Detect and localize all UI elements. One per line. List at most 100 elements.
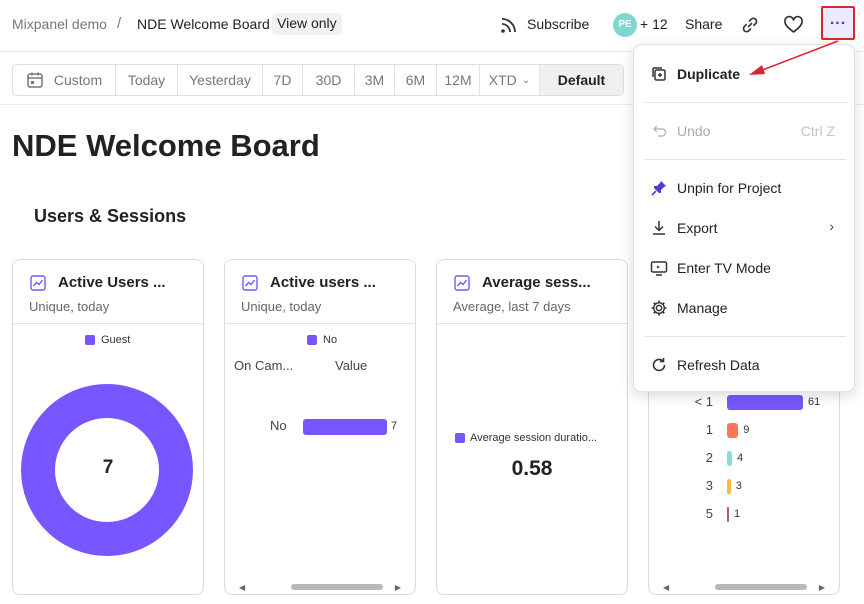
undo-icon bbox=[652, 125, 667, 137]
date-option-6m[interactable]: 6M bbox=[395, 65, 437, 95]
bar-value-label: 7 bbox=[391, 420, 398, 432]
more-options-button[interactable]: ... bbox=[821, 6, 855, 40]
card-subtitle: Unique, today bbox=[29, 299, 110, 314]
card-header: Average sess... Average, last 7 days bbox=[437, 260, 627, 324]
horizontal-scrollbar[interactable]: ◀ ▶ bbox=[663, 581, 825, 592]
bar-category-label: No bbox=[270, 418, 287, 433]
page-title: NDE Welcome Board bbox=[12, 128, 320, 163]
menu-item-label: Undo bbox=[677, 123, 711, 139]
menu-item-tv-mode[interactable]: Enter TV Mode bbox=[634, 256, 854, 280]
menu-item-label: Refresh Data bbox=[677, 357, 760, 373]
report-card-active-users[interactable]: Active Users ... Unique, today Guest 7 bbox=[12, 259, 204, 595]
menu-item-label: Unpin for Project bbox=[677, 180, 782, 196]
date-option-xtd[interactable]: XTD ⌄ bbox=[480, 65, 540, 95]
bar[interactable] bbox=[727, 395, 803, 410]
menu-item-export[interactable]: Export › bbox=[634, 216, 854, 240]
heart-icon[interactable] bbox=[783, 15, 804, 35]
report-card-average-session[interactable]: Average sess... Average, last 7 days Ave… bbox=[436, 259, 628, 595]
scroll-right-icon[interactable]: ▶ bbox=[395, 583, 401, 592]
scroll-right-icon[interactable]: ▶ bbox=[819, 583, 825, 592]
menu-item-label: Manage bbox=[677, 300, 728, 316]
card-header: Active users ... Unique, today bbox=[225, 260, 415, 324]
metric-legend: Average session duratio... bbox=[455, 432, 597, 444]
date-xtd-label: XTD bbox=[488, 72, 517, 88]
table-column-header[interactable]: Value bbox=[335, 358, 367, 373]
date-option-today[interactable]: Today bbox=[116, 65, 178, 95]
share-button[interactable]: Share bbox=[685, 16, 722, 32]
scrollbar-thumb[interactable] bbox=[715, 584, 807, 590]
tv-icon bbox=[650, 261, 668, 276]
date-option-12m[interactable]: 12M bbox=[437, 65, 480, 95]
legend-label: Guest bbox=[101, 334, 131, 346]
scroll-left-icon[interactable]: ◀ bbox=[239, 583, 245, 592]
menu-item-label: Enter TV Mode bbox=[677, 260, 771, 276]
date-default-button[interactable]: Default bbox=[540, 65, 623, 95]
menu-item-duplicate[interactable]: Duplicate bbox=[634, 62, 854, 86]
bar-category-label: < 1 bbox=[694, 394, 713, 409]
card-header: Active Users ... Unique, today bbox=[13, 260, 203, 324]
breadcrumb-project[interactable]: Mixpanel demo bbox=[12, 16, 107, 32]
menu-item-unpin[interactable]: Unpin for Project bbox=[634, 176, 854, 200]
menu-item-manage[interactable]: Manage bbox=[634, 296, 854, 320]
bar-category-label: 5 bbox=[705, 506, 713, 521]
extra-members-count[interactable]: + 12 bbox=[640, 16, 668, 32]
card-subtitle: Unique, today bbox=[241, 299, 322, 314]
board-options-menu: Duplicate Undo Ctrl Z Unpin for Project … bbox=[633, 44, 855, 392]
rss-icon[interactable] bbox=[499, 15, 519, 35]
metric-value: 0.58 bbox=[511, 457, 553, 480]
subscribe-button[interactable]: Subscribe bbox=[527, 16, 589, 32]
date-option-3m[interactable]: 3M bbox=[355, 65, 395, 95]
bar[interactable] bbox=[727, 423, 739, 438]
card-title: Active users ... bbox=[270, 274, 376, 291]
bar-value-label: 1 bbox=[734, 508, 741, 520]
bar-value-label: 61 bbox=[808, 396, 821, 408]
legend-swatch bbox=[85, 335, 95, 345]
date-custom-button[interactable]: Custom bbox=[13, 65, 116, 95]
chart-legend: Guest bbox=[85, 334, 130, 346]
menu-divider bbox=[644, 102, 846, 103]
report-card-active-users-camera[interactable]: Active users ... Unique, today No On Cam… bbox=[224, 259, 416, 595]
donut-center-value: 7 bbox=[102, 457, 114, 478]
breadcrumb-separator: / bbox=[117, 15, 122, 32]
bar[interactable] bbox=[727, 451, 732, 466]
legend-label: No bbox=[323, 334, 338, 346]
card-title: Active Users ... bbox=[58, 274, 166, 291]
chevron-down-icon: ⌄ bbox=[521, 74, 531, 86]
table-column-header[interactable]: On Cam... bbox=[234, 358, 293, 373]
menu-item-refresh[interactable]: Refresh Data bbox=[634, 353, 854, 377]
bar-value-label: 9 bbox=[743, 424, 750, 436]
avatar[interactable]: PE bbox=[613, 13, 637, 37]
bar-category-label: 1 bbox=[705, 422, 713, 437]
scrollbar-thumb[interactable] bbox=[291, 584, 383, 590]
bar[interactable] bbox=[303, 419, 387, 435]
menu-divider bbox=[644, 336, 846, 337]
legend-label: Average session duratio... bbox=[470, 432, 597, 444]
download-icon bbox=[653, 221, 665, 235]
menu-item-undo[interactable]: Undo Ctrl Z bbox=[634, 119, 854, 143]
section-title: Users & Sessions bbox=[34, 206, 187, 226]
bar-value-label: 4 bbox=[736, 452, 744, 464]
date-option-7d[interactable]: 7D bbox=[263, 65, 303, 95]
menu-divider bbox=[644, 159, 846, 160]
bar-category-label: 3 bbox=[705, 478, 713, 493]
keyboard-shortcut: Ctrl Z bbox=[800, 123, 835, 139]
date-option-30d[interactable]: 30D bbox=[303, 65, 355, 95]
view-only-badge[interactable]: View only bbox=[272, 13, 342, 35]
refresh-icon bbox=[652, 358, 666, 372]
date-range-picker: Custom Today Yesterday 7D 30D 3M 6M 12M … bbox=[12, 64, 624, 96]
scroll-left-icon[interactable]: ◀ bbox=[663, 583, 669, 592]
menu-item-label: Duplicate bbox=[677, 66, 741, 82]
chart-legend: No bbox=[307, 334, 337, 346]
calendar-icon bbox=[27, 72, 43, 88]
date-option-yesterday[interactable]: Yesterday bbox=[178, 65, 263, 95]
bar[interactable] bbox=[727, 507, 729, 522]
gear-icon bbox=[651, 300, 667, 316]
more-icon: ... bbox=[829, 11, 847, 28]
breadcrumb-board[interactable]: NDE Welcome Board bbox=[137, 16, 270, 32]
link-icon[interactable] bbox=[740, 15, 760, 35]
horizontal-scrollbar[interactable]: ◀ ▶ bbox=[239, 581, 401, 592]
date-custom-label: Custom bbox=[53, 72, 103, 88]
line-chart-icon bbox=[242, 275, 258, 291]
card-title: Average sess... bbox=[482, 274, 591, 291]
bar[interactable] bbox=[727, 479, 731, 494]
